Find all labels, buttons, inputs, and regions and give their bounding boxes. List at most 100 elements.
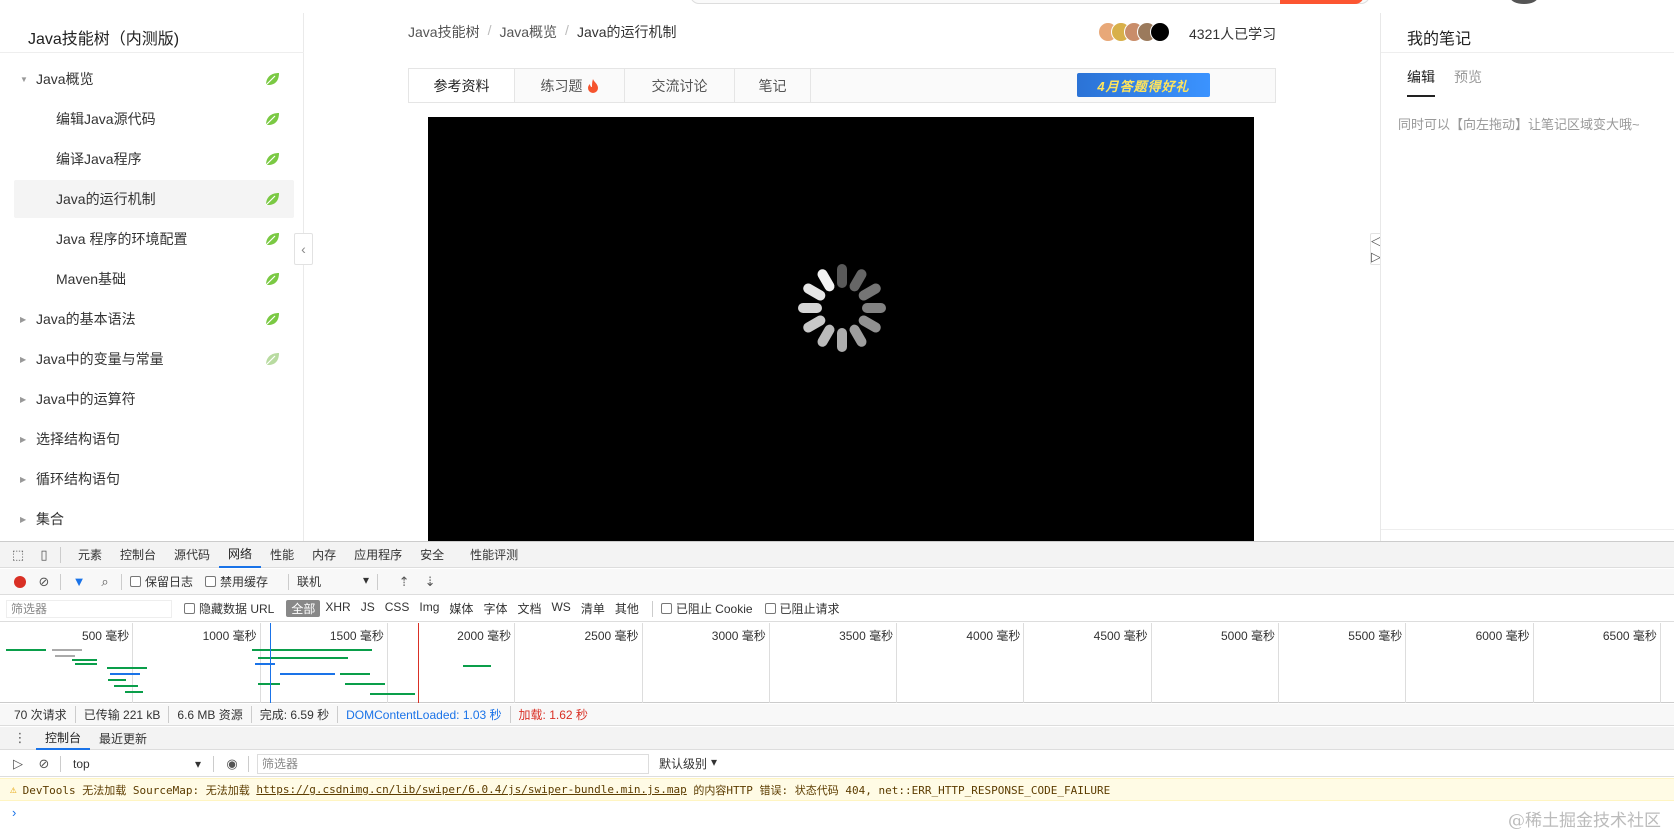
filter-type-button[interactable]: XHR: [320, 600, 355, 617]
sidebar-item[interactable]: ▶ Java的基本语法: [14, 300, 294, 338]
export-har-icon[interactable]: ⇣: [422, 574, 438, 590]
network-filter-input[interactable]: 筛选器: [6, 599, 172, 618]
eye-icon[interactable]: ◉: [224, 756, 240, 772]
drawer-tab-console[interactable]: 控制台: [36, 727, 91, 750]
filter-type-button[interactable]: 文档: [512, 600, 546, 617]
devtools-tab[interactable]: 控制台: [111, 542, 165, 568]
network-timeline-overview[interactable]: 500 毫秒 1000 毫秒 1500 毫秒 2000 毫秒 2500 毫秒 3000 毫…: [0, 623, 1674, 703]
devtools-tab[interactable]: 内存: [303, 542, 345, 568]
notes-editor[interactable]: 同时可以【向左拖动】让笔记区域变大哦~: [1398, 114, 1640, 133]
clear-icon[interactable]: ⊘: [36, 574, 52, 590]
sidebar-item[interactable]: ▶ 选择结构语句: [14, 420, 294, 458]
more-options-icon[interactable]: ⋮: [12, 730, 28, 746]
devtools-tab[interactable]: 安全: [411, 542, 453, 568]
log-level-select[interactable]: 默认级别 ▾: [659, 755, 717, 772]
sidebar-item[interactable]: Java的运行机制: [14, 180, 294, 218]
sidebar-item[interactable]: 编辑Java源代码: [14, 100, 294, 138]
filter-type-button[interactable]: 全部: [286, 600, 321, 617]
timeline-request-bar: [255, 663, 275, 665]
filter-type-button[interactable]: WS: [546, 600, 575, 617]
warning-icon: ⚠: [10, 783, 17, 796]
tab-exercises[interactable]: 练习题: [515, 69, 625, 102]
caret-right-icon[interactable]: ▶: [20, 475, 26, 484]
timeline-request-bar: [107, 667, 147, 669]
sidebar-item[interactable]: 编译Java程序: [14, 140, 294, 178]
timeline-request-bar: [345, 683, 385, 685]
checkbox-label: 已阻止 Cookie: [675, 602, 753, 616]
tab-reference[interactable]: 参考资料: [409, 69, 515, 102]
filter-type-button[interactable]: 其他: [610, 600, 644, 617]
caret-right-icon[interactable]: ▶: [20, 315, 26, 324]
sidebar-item[interactable]: Maven基础: [14, 260, 294, 298]
filter-type-button[interactable]: JS: [356, 600, 380, 617]
sidebar-item[interactable]: ▶ Java中的运算符: [14, 380, 294, 418]
sidebar-item[interactable]: ▶ 集合: [14, 500, 294, 538]
console-filter-input[interactable]: 筛选器: [257, 753, 649, 774]
preserve-log-checkbox[interactable]: 保留日志: [130, 573, 193, 590]
filter-type-button[interactable]: 媒体: [444, 600, 478, 617]
sidebar-item[interactable]: ▼ Java概览: [14, 60, 294, 98]
filter-icon[interactable]: ▼: [71, 574, 87, 590]
timeline-request-bar: [463, 665, 491, 667]
divider: [1381, 52, 1674, 53]
sidebar-item[interactable]: Java 程序的环境配置: [14, 220, 294, 258]
filter-type-button[interactable]: 清单: [576, 600, 610, 617]
breadcrumb: Java技能树 / Java概览 / Java的运行机制: [408, 22, 677, 42]
context-select[interactable]: top ▾: [69, 755, 205, 773]
drawer-tab-whats-new[interactable]: 最近更新: [90, 727, 156, 750]
drawer-tabbar: ⋮ 控制台 最近更新: [0, 727, 1674, 750]
sidebar-item[interactable]: ▶ 循环结构语句: [14, 460, 294, 498]
sourcemap-link[interactable]: https://g.csdnimg.cn/lib/swiper/6.0.4/js…: [256, 783, 686, 796]
devtools-tab[interactable]: 性能评测: [461, 542, 527, 568]
sidebar-toggle-icon[interactable]: ▷: [10, 756, 26, 772]
caret-right-icon[interactable]: ▶: [20, 395, 26, 404]
search-icon[interactable]: ⌕: [97, 574, 113, 590]
blocked-requests-checkbox[interactable]: 已阻止请求: [764, 600, 840, 617]
caret-down-icon[interactable]: ▼: [20, 75, 28, 84]
checkbox-label: 已阻止请求: [779, 602, 840, 616]
timeline-label: 3000 毫秒: [711, 629, 766, 643]
filter-type-button[interactable]: Img: [414, 600, 444, 617]
collapse-sidebar-button[interactable]: ‹: [294, 233, 313, 265]
sidebar-item-label: Java 程序的环境配置: [56, 231, 188, 247]
sidebar-item[interactable]: ▶ Java中的变量与常量: [14, 340, 294, 378]
leaf-icon: [264, 231, 280, 247]
finish-time: 完成: 6.59 秒: [252, 706, 339, 723]
tab-discussion[interactable]: 交流讨论: [625, 69, 735, 102]
disable-cache-checkbox[interactable]: 禁用缓存: [205, 573, 268, 590]
breadcrumb-link[interactable]: Java概览: [499, 22, 557, 42]
divider: [60, 755, 61, 772]
clear-console-icon[interactable]: ⊘: [36, 756, 52, 772]
tab-notes[interactable]: 笔记: [735, 69, 811, 102]
filter-type-button[interactable]: 字体: [478, 600, 512, 617]
timeline-label: 1500 毫秒: [329, 629, 384, 643]
devtools-tab[interactable]: 源代码: [165, 542, 219, 568]
divider: [377, 573, 379, 590]
filter-type-button[interactable]: CSS: [380, 600, 415, 617]
hide-data-url-checkbox[interactable]: 隐藏数据 URL: [184, 600, 274, 617]
dropdown-arrow-icon: ▾: [194, 756, 201, 771]
notes-tab-edit[interactable]: 编辑: [1407, 67, 1435, 97]
caret-right-icon[interactable]: ▶: [20, 515, 26, 524]
blocked-cookies-checkbox[interactable]: 已阻止 Cookie: [660, 600, 753, 617]
search-button[interactable]: [1280, 0, 1364, 4]
devtools-tab[interactable]: 网络: [219, 542, 262, 568]
promo-banner[interactable]: 4月答题得好礼: [1077, 73, 1210, 97]
throttle-select[interactable]: 联机 ▾: [297, 573, 369, 590]
notes-tab-preview[interactable]: 预览: [1454, 67, 1482, 87]
search-input[interactable]: [690, 0, 1370, 4]
breadcrumb-link[interactable]: Java技能树: [408, 22, 480, 42]
sidebar-item-label: Java中的变量与常量: [36, 351, 164, 367]
devtools-tab[interactable]: 性能: [261, 542, 303, 568]
inspect-icon[interactable]: ⬚: [10, 547, 26, 563]
import-har-icon[interactable]: ⇡: [396, 574, 412, 590]
caret-right-icon[interactable]: ▶: [20, 435, 26, 444]
leaf-icon: [264, 351, 280, 367]
devtools-tab[interactable]: 应用程序: [345, 542, 411, 568]
sidebar-item-label: 编辑Java源代码: [56, 111, 156, 127]
record-icon[interactable]: [14, 575, 26, 588]
console-prompt[interactable]: ›: [0, 802, 1674, 822]
device-toggle-icon[interactable]: ▯: [36, 547, 52, 563]
devtools-tab[interactable]: 元素: [69, 542, 111, 568]
caret-right-icon[interactable]: ▶: [20, 355, 26, 364]
